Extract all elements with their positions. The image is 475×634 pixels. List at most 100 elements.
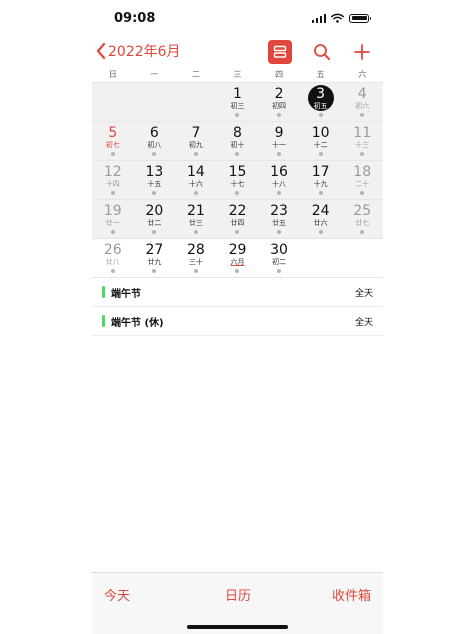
day-cell[interactable]: 22 廿四: [217, 200, 259, 238]
back-to-year-button[interactable]: 2022年6月: [96, 41, 181, 61]
day-number: 25: [353, 203, 372, 219]
day-cell[interactable]: 19 廿一: [92, 200, 134, 238]
day-cell[interactable]: 20 廿二: [134, 200, 176, 238]
day-cell[interactable]: 27 廿九: [134, 239, 176, 277]
day-number: 28: [187, 242, 205, 258]
event-indicator-dot: [193, 191, 198, 195]
event-row[interactable]: 端午节 (休) 全天: [92, 307, 383, 336]
day-cell[interactable]: 14 十六: [175, 161, 217, 199]
month-grid: 1 初三 2 初四 3 初五 4 初六 5 初七 6 初八 7 初九 8 初十 9 十一 10 十二 11 十三 12 十四 1…: [92, 82, 383, 277]
event-indicator-dot: [235, 191, 240, 195]
event-color-bar: [102, 315, 105, 327]
empty-day-cell: [92, 83, 134, 121]
day-cell[interactable]: 9 十一: [258, 122, 300, 160]
lunar-date: 二十: [355, 180, 370, 188]
event-indicator-dot: [318, 152, 323, 156]
event-indicator-dot: [152, 152, 157, 156]
month-label: 2022年6月: [108, 44, 181, 60]
day-cell[interactable]: 21 廿三: [175, 200, 217, 238]
lunar-date: 初六: [355, 102, 370, 110]
day-number: 3: [316, 86, 326, 102]
day-cell[interactable]: 28 三十: [175, 239, 217, 277]
event-indicator-dot: [360, 152, 365, 156]
day-cell[interactable]: 13 十五: [134, 161, 176, 199]
week-row: 1 初三 2 初四 3 初五 4 初六: [92, 82, 383, 121]
event-indicator-dot: [152, 230, 157, 234]
empty-day-cell: [175, 83, 217, 121]
event-indicator-dot: [193, 269, 198, 273]
event-indicator-dot: [277, 191, 282, 195]
lunar-date: 初十: [230, 141, 245, 149]
event-indicator-dot: [277, 230, 282, 234]
event-row[interactable]: 端午节 全天: [92, 278, 383, 307]
event-indicator-dot: [318, 113, 323, 117]
day-cell[interactable]: 2 初四: [258, 83, 300, 121]
day-cell[interactable]: 16 十八: [258, 161, 300, 199]
day-cell[interactable]: 17 十九: [300, 161, 342, 199]
day-number: 7: [191, 125, 201, 141]
day-cell[interactable]: 15 十七: [217, 161, 259, 199]
empty-day-cell: [134, 83, 176, 121]
day-cell[interactable]: 24 廿六: [300, 200, 342, 238]
list-icon: [273, 45, 287, 58]
day-cell[interactable]: 23 廿五: [258, 200, 300, 238]
lunar-date: 廿九: [147, 258, 162, 266]
day-number: 20: [145, 203, 164, 219]
event-indicator-dot: [318, 191, 323, 195]
day-cell[interactable]: 1 初三: [217, 83, 259, 121]
event-indicator-dot: [110, 230, 115, 234]
day-number: 2: [274, 86, 284, 102]
day-number: 26: [103, 242, 122, 258]
event-indicator-dot: [152, 191, 157, 195]
weekday-label: 日: [108, 70, 117, 79]
day-cell[interactable]: 6 初八: [134, 122, 176, 160]
day-number: 22: [228, 203, 247, 219]
event-list: 端午节 全天 端午节 (休) 全天: [92, 277, 383, 336]
lunar-date: 初四: [272, 102, 287, 110]
lunar-date: 初五: [313, 102, 328, 110]
day-cell[interactable]: 30 初二: [258, 239, 300, 277]
today-button[interactable]: 今天: [104, 585, 130, 604]
day-number: 10: [311, 125, 330, 141]
day-cell[interactable]: 4 初六: [341, 83, 383, 121]
day-number: 1: [233, 86, 242, 102]
event-indicator-dot: [318, 230, 323, 234]
inbox-button[interactable]: 收件箱: [332, 585, 371, 604]
day-cell[interactable]: 25 廿七: [341, 200, 383, 238]
search-button[interactable]: [310, 40, 334, 64]
event-indicator-dot: [360, 191, 365, 195]
day-cell[interactable]: 11 十三: [341, 122, 383, 160]
day-number: 18: [353, 164, 372, 180]
event-indicator-dot: [277, 113, 282, 117]
day-cell[interactable]: 5 初七: [92, 122, 134, 160]
lunar-date: 初二: [272, 258, 287, 266]
calendars-button[interactable]: 日历: [225, 585, 251, 604]
lunar-date: 廿五: [272, 219, 287, 227]
lunar-date: 廿一: [105, 219, 120, 227]
day-cell[interactable]: 8 初十: [217, 122, 259, 160]
day-cell[interactable]: 12 十四: [92, 161, 134, 199]
day-number: 11: [353, 125, 372, 141]
week-row: 19 廿一 20 廿二 21 廿三 22 廿四 23 廿五 24 廿六 25 廿七: [92, 199, 383, 238]
lunar-date: 初九: [188, 141, 203, 149]
plus-icon: [354, 44, 370, 60]
lunar-date: 初七: [105, 141, 120, 149]
day-cell[interactable]: 29 六月: [217, 239, 259, 277]
day-cell[interactable]: 18 二十: [341, 161, 383, 199]
lunar-date: 六月: [230, 258, 245, 266]
day-cell[interactable]: 26 廿八: [92, 239, 134, 277]
day-cell-today[interactable]: 3 初五: [300, 83, 342, 121]
day-cell[interactable]: 7 初九: [175, 122, 217, 160]
wifi-icon: [331, 13, 344, 23]
event-indicator-dot: [360, 113, 365, 117]
add-event-button[interactable]: [350, 40, 374, 64]
lunar-date: 初八: [147, 141, 162, 149]
weekday-label: 二: [191, 70, 200, 79]
lunar-date: 廿二: [147, 219, 162, 227]
list-view-button[interactable]: [268, 40, 292, 64]
weekday-label: 三: [233, 70, 242, 79]
lunar-date: 十三: [355, 141, 370, 149]
day-cell[interactable]: 10 十二: [300, 122, 342, 160]
status-icons: [311, 13, 371, 23]
event-indicator-dot: [152, 269, 157, 273]
